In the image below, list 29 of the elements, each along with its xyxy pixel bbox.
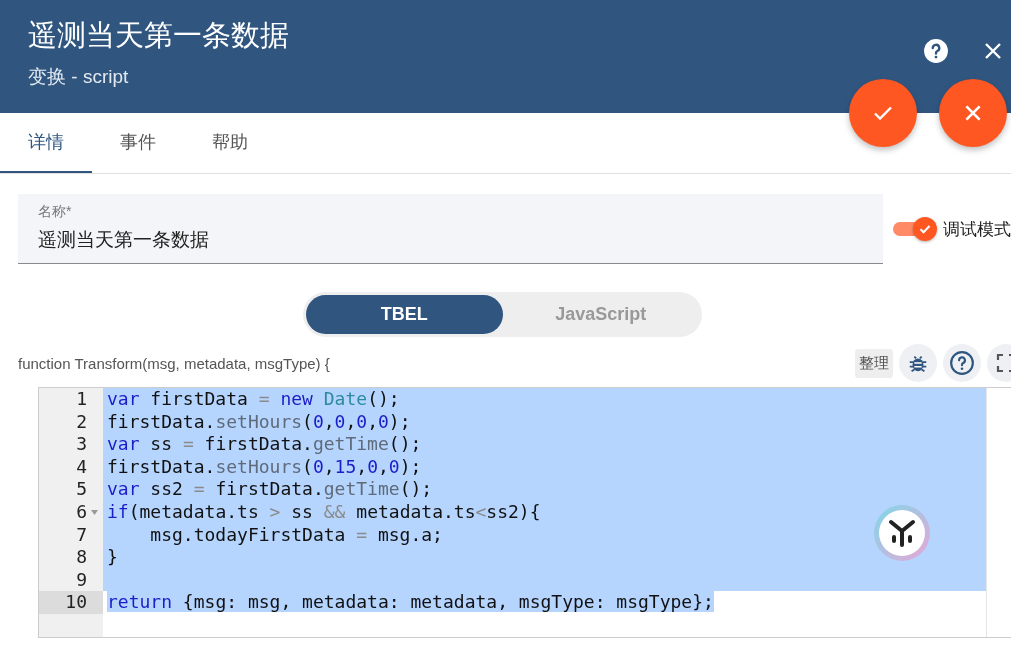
line-number: 10 [65, 591, 87, 613]
help-icon[interactable] [943, 344, 981, 382]
code-editor[interactable] [38, 387, 1011, 638]
tab[interactable]: 帮助 [184, 113, 276, 173]
line-number: 1 [76, 388, 87, 409]
dialog-title: 遥测当天第一条数据 [28, 18, 290, 53]
toggle-label: 调试模式 [943, 218, 1011, 241]
line-number: 7 [76, 523, 87, 545]
tidy-button[interactable]: 整理 [855, 348, 893, 378]
name-field[interactable]: 名称* 遥测当天第一条数据 [18, 194, 883, 264]
cancel-button[interactable] [939, 79, 1007, 147]
line-number: 6 [76, 500, 87, 522]
language-option[interactable]: TBEL [306, 295, 503, 334]
dialog-subtitle: 变换 - script [28, 65, 130, 89]
close-icon[interactable] [983, 41, 1003, 61]
confirm-button[interactable] [849, 79, 917, 147]
debug-toggle[interactable] [893, 217, 939, 241]
line-number: 3 [76, 433, 87, 455]
bug-icon[interactable] [899, 344, 937, 382]
line-number: 5 [76, 478, 87, 500]
help-icon[interactable] [923, 38, 949, 64]
line-number: 2 [76, 410, 87, 432]
function-signature: function Transform(msg, metadata, msgType) { [18, 354, 330, 372]
line-number: 8 [76, 546, 87, 568]
line-number: 4 [76, 455, 87, 477]
floating-logo-icon[interactable] [872, 503, 932, 563]
tab[interactable]: 事件 [92, 113, 184, 173]
line-number: 9 [76, 568, 87, 590]
tab[interactable]: 详情 [0, 113, 92, 173]
